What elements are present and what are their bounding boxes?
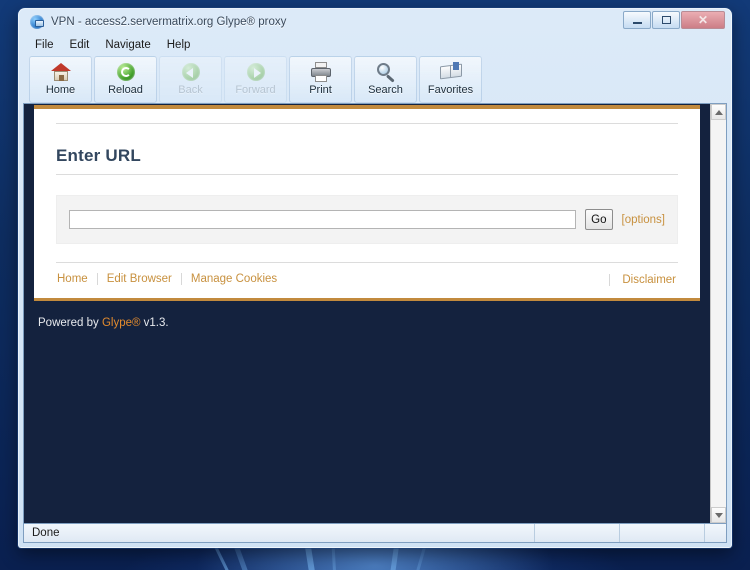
toolbar: Home Reload Back Forward Print Search Fa… — [23, 55, 727, 103]
status-segment — [619, 524, 704, 542]
vertical-scrollbar[interactable] — [710, 104, 726, 523]
url-form: Go [options] — [56, 195, 678, 244]
magnifier-icon — [373, 61, 399, 83]
panel-nav-left: Home Edit Browser Manage Cookies — [56, 273, 286, 285]
browser-viewport: Enter URL Go [options] Home Edit Browser… — [23, 103, 727, 523]
powered-by-footer: Powered by Glype® v1.3. — [24, 301, 710, 329]
glype-panel: Enter URL Go [options] Home Edit Browser… — [34, 105, 700, 301]
maximize-icon — [661, 16, 671, 24]
arrow-right-icon — [243, 61, 269, 83]
toolbar-label-back: Back — [178, 84, 203, 96]
web-page-content: Enter URL Go [options] Home Edit Browser… — [24, 104, 710, 523]
options-link[interactable]: [options] — [622, 214, 665, 226]
toolbar-button-forward[interactable]: Forward — [224, 56, 287, 103]
status-bar: Done — [23, 523, 727, 543]
go-button[interactable]: Go — [585, 209, 613, 230]
application-window: VPN - access2.servermatrix.org Glype® pr… — [18, 8, 732, 548]
desktop-background: VPN - access2.servermatrix.org Glype® pr… — [0, 0, 750, 570]
minimize-icon — [632, 22, 642, 24]
toolbar-button-search[interactable]: Search — [354, 56, 417, 103]
maximize-button[interactable] — [652, 11, 680, 29]
nav-link-disclaimer[interactable]: Disclaimer — [609, 274, 678, 286]
minimize-button[interactable] — [623, 11, 651, 29]
menu-item-file[interactable]: File — [27, 37, 62, 53]
window-title: VPN - access2.servermatrix.org Glype® pr… — [51, 16, 287, 28]
scroll-up-button[interactable] — [711, 104, 726, 120]
window-controls: ✕ — [623, 11, 725, 29]
powered-version: v1.3. — [140, 317, 169, 329]
refresh-icon — [113, 61, 139, 83]
status-text: Done — [32, 527, 60, 539]
menu-item-help[interactable]: Help — [159, 37, 199, 53]
status-segment — [534, 524, 619, 542]
favorites-book-icon — [438, 61, 464, 83]
toolbar-label-forward: Forward — [235, 84, 276, 96]
chevron-up-icon — [714, 109, 723, 115]
status-resize-grip[interactable] — [704, 524, 726, 542]
chevron-down-icon — [714, 512, 723, 518]
page-title: Enter URL — [56, 146, 678, 175]
panel-nav-right: Disclaimer — [609, 270, 678, 288]
toolbar-label-search: Search — [368, 84, 403, 96]
menu-item-navigate[interactable]: Navigate — [97, 37, 158, 53]
url-input[interactable] — [69, 210, 577, 229]
toolbar-label-print: Print — [309, 84, 332, 96]
toolbar-label-reload: Reload — [108, 84, 143, 96]
panel-top-rule — [56, 123, 678, 124]
menu-item-edit[interactable]: Edit — [62, 37, 98, 53]
toolbar-button-print[interactable]: Print — [289, 56, 352, 103]
close-icon: ✕ — [697, 13, 709, 27]
toolbar-label-home: Home — [45, 84, 76, 96]
house-icon — [48, 61, 74, 83]
toolbar-button-home[interactable]: Home — [29, 56, 92, 103]
panel-nav-row: Home Edit Browser Manage Cookies Disclai… — [56, 262, 678, 288]
close-button[interactable]: ✕ — [681, 11, 725, 29]
nav-link-edit-browser[interactable]: Edit Browser — [98, 273, 182, 285]
toolbar-button-back[interactable]: Back — [159, 56, 222, 103]
title-bar[interactable]: VPN - access2.servermatrix.org Glype® pr… — [23, 9, 727, 35]
scrollbar-track[interactable] — [711, 120, 726, 507]
toolbar-button-reload[interactable]: Reload — [94, 56, 157, 103]
menu-bar: File Edit Navigate Help — [23, 35, 727, 55]
nav-link-manage-cookies[interactable]: Manage Cookies — [182, 273, 286, 285]
nav-link-home[interactable]: Home — [56, 273, 98, 285]
arrow-left-icon — [178, 61, 204, 83]
glype-brand-link[interactable]: Glype® — [102, 317, 141, 329]
toolbar-label-favorites: Favorites — [427, 84, 474, 96]
scroll-down-button[interactable] — [711, 507, 726, 523]
toolbar-button-favorites[interactable]: Favorites — [419, 56, 482, 103]
powered-prefix: Powered by — [38, 317, 102, 329]
printer-icon — [308, 61, 334, 83]
network-globe-icon — [29, 14, 45, 30]
